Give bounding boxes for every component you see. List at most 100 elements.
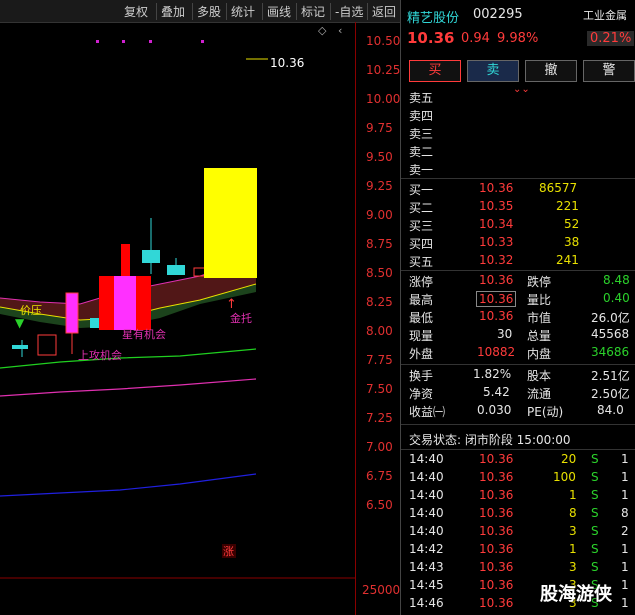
bid-label: 买五 bbox=[409, 255, 434, 269]
toolbar-fanhui[interactable]: 返回 bbox=[367, 3, 396, 20]
tick-row[interactable]: 14:40 10.36 8 S 8 bbox=[401, 505, 635, 523]
tick-price: 10.36 bbox=[479, 542, 514, 556]
stat-value: 10.36 bbox=[479, 273, 514, 287]
sector-pct: 0.21% bbox=[587, 31, 635, 46]
ask-row[interactable]: 卖二 bbox=[401, 142, 635, 160]
ask-label: 卖三 bbox=[409, 127, 434, 141]
toolbar-biaoji[interactable]: 标记 bbox=[296, 3, 325, 20]
bid-label: 买三 bbox=[409, 219, 434, 233]
candle bbox=[90, 318, 100, 328]
stat-value: 10.36 bbox=[479, 309, 514, 323]
y-tick: 7.50 bbox=[366, 382, 393, 396]
ask-row[interactable]: 卖一 bbox=[401, 160, 635, 178]
tick-volume: 20 bbox=[561, 452, 577, 466]
alert-button[interactable]: 警 bbox=[583, 60, 635, 82]
divider bbox=[401, 424, 635, 425]
stat-value: 2.50亿 bbox=[591, 387, 630, 401]
chevron-left-icon[interactable]: ‹ bbox=[338, 24, 342, 37]
bid-row[interactable]: 买三 10.34 52 bbox=[401, 216, 635, 234]
bid-price: 10.34 bbox=[479, 217, 514, 231]
y-tick: 10.00 bbox=[366, 92, 401, 106]
stat-label: 净资 bbox=[409, 387, 434, 401]
y-tick: 9.00 bbox=[366, 208, 393, 222]
stat-value: 5.42 bbox=[483, 385, 510, 399]
signal-dot bbox=[201, 40, 204, 43]
y-tick: 8.00 bbox=[366, 324, 393, 338]
candle bbox=[121, 244, 130, 276]
toolbar-fuquan[interactable]: 复权 bbox=[124, 3, 148, 20]
bid-label: 买四 bbox=[409, 237, 434, 251]
y-tick: 10.25 bbox=[366, 63, 401, 77]
ma-line-blue bbox=[0, 473, 257, 497]
ask-row[interactable]: 卖三 bbox=[401, 124, 635, 142]
tick-side: S bbox=[591, 452, 599, 466]
toolbar-diejia[interactable]: 叠加 bbox=[156, 3, 185, 20]
kline-chart[interactable]: ◇ ‹ 10.36 价压 ▼ 星有机会 上攻机会 ↑ 金托 涨 bbox=[0, 22, 355, 615]
y-tick: 9.75 bbox=[366, 121, 393, 135]
tick-row[interactable]: 14:40 10.36 3 S 2 bbox=[401, 523, 635, 541]
stat-label: 总量 bbox=[527, 329, 552, 343]
tick-count: 2 bbox=[621, 524, 629, 538]
stat-value: 30 bbox=[497, 327, 513, 341]
ask-label: 卖二 bbox=[409, 145, 434, 159]
toolbar-zixuan[interactable]: -自选 bbox=[330, 3, 363, 20]
last-price: 10.36 bbox=[407, 29, 455, 47]
toolbar-huaxian[interactable]: 画线 bbox=[262, 3, 291, 20]
tick-count: 1 bbox=[621, 542, 629, 556]
stat-value: 0.030 bbox=[477, 403, 512, 417]
price-row: 10.36 0.94 9.98% 0.21% bbox=[401, 29, 635, 48]
divider bbox=[401, 270, 635, 271]
bid-price: 10.35 bbox=[479, 199, 514, 213]
stat-value: 2.51亿 bbox=[591, 369, 630, 383]
ask-label: 卖一 bbox=[409, 163, 434, 177]
bid-volume: 52 bbox=[564, 217, 580, 231]
tick-time: 14:40 bbox=[409, 506, 444, 520]
price-axis: 10.50 10.25 10.00 9.75 9.50 9.25 9.00 8.… bbox=[355, 22, 401, 615]
label-xingyou: 星有机会 bbox=[122, 327, 166, 341]
stat-label: 收益㈠ bbox=[409, 405, 446, 419]
ask-label: 卖五 bbox=[409, 91, 434, 105]
tick-row[interactable]: 14:43 10.36 3 S 1 bbox=[401, 559, 635, 577]
cancel-button[interactable]: 撤 bbox=[525, 60, 577, 82]
toolbar-tongji[interactable]: 统计 bbox=[226, 3, 255, 20]
tick-row[interactable]: 14:42 10.36 1 S 1 bbox=[401, 541, 635, 559]
stat-label: 外盘 bbox=[409, 347, 434, 361]
bid-row[interactable]: 买二 10.35 221 bbox=[401, 198, 635, 216]
tick-time: 14:40 bbox=[409, 488, 444, 502]
signal-dot bbox=[122, 40, 125, 43]
buy-button[interactable]: 买 bbox=[409, 60, 461, 82]
tick-count: 1 bbox=[621, 452, 629, 466]
stat-label: 股本 bbox=[527, 369, 552, 383]
tick-row[interactable]: 14:40 10.36 100 S 1 bbox=[401, 469, 635, 487]
stat-row: 净资 5.42 流通 2.50亿 bbox=[401, 384, 635, 402]
diamond-icon[interactable]: ◇ bbox=[318, 24, 327, 37]
tick-row[interactable]: 14:40 10.36 1 S 1 bbox=[401, 487, 635, 505]
candle bbox=[142, 250, 160, 263]
trade-status: 交易状态: 闭市阶段 15:00:00 bbox=[409, 433, 571, 447]
stat-value: 45568 bbox=[591, 327, 630, 341]
y-tick: 8.50 bbox=[366, 266, 393, 280]
bid-row[interactable]: 买五 10.32 241 bbox=[401, 252, 635, 270]
stat-value: 10882 bbox=[477, 345, 516, 359]
stat-label: 最高 bbox=[409, 293, 434, 307]
stat-label: 量比 bbox=[527, 293, 552, 307]
bid-row[interactable]: 买四 10.33 38 bbox=[401, 234, 635, 252]
stat-label: 流通 bbox=[527, 387, 552, 401]
bid-label: 买二 bbox=[409, 201, 434, 215]
ask-row[interactable]: 卖四 bbox=[401, 106, 635, 124]
stat-value: 34686 bbox=[591, 345, 630, 359]
bid-volume: 38 bbox=[564, 235, 580, 249]
toolbar-duogu[interactable]: 多股 bbox=[192, 3, 221, 20]
tick-time: 14:40 bbox=[409, 524, 444, 538]
tick-count: 1 bbox=[621, 578, 629, 592]
tick-volume: 1 bbox=[569, 488, 577, 502]
tick-row[interactable]: 14:40 10.36 20 S 1 bbox=[401, 451, 635, 469]
ask-row[interactable]: 卖五 bbox=[401, 88, 635, 106]
label-jintuo: 金托 bbox=[230, 311, 252, 325]
sector-label[interactable]: 工业金属 bbox=[583, 7, 627, 23]
bid-row[interactable]: 买一 10.36 86577 bbox=[401, 180, 635, 198]
tick-side: S bbox=[591, 542, 599, 556]
tick-price: 10.36 bbox=[479, 488, 514, 502]
sell-button[interactable]: 卖 bbox=[467, 60, 519, 82]
price-change: 0.94 bbox=[461, 31, 490, 46]
